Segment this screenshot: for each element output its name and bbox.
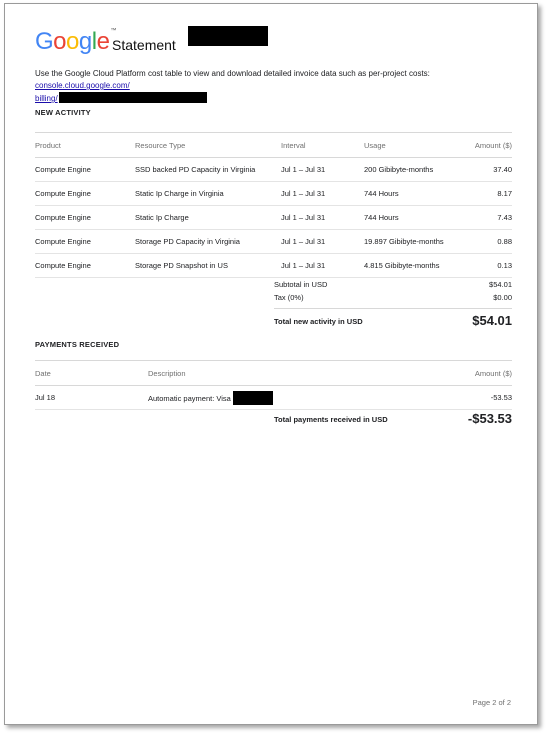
total-activity-value: $54.01	[472, 313, 512, 328]
table-cell: Static Ip Charge in Virginia	[135, 181, 281, 206]
redacted-block	[188, 26, 268, 46]
table-row: Jul 18 Automatic payment: Visa -53.53	[35, 385, 512, 410]
table-cell: Jul 1 – Jul 31	[281, 205, 364, 230]
column-header: Interval	[281, 132, 364, 158]
table-cell: 19.897 Gibibyte-months	[364, 229, 459, 254]
table-cell: SSD backed PD Capacity in Virginia	[135, 157, 281, 182]
tax-label: Tax (0%)	[274, 293, 304, 302]
table-cell: 7.43	[459, 205, 512, 230]
statement-page: Google™ Statement Use the Google Cloud P…	[4, 3, 538, 725]
table-cell: Storage PD Capacity in Virginia	[135, 229, 281, 254]
total-activity-label: Total new activity in USD	[274, 317, 363, 326]
google-logo: Google™	[35, 28, 116, 55]
table-cell: Compute Engine	[35, 157, 135, 182]
payments-table: Date Description Amount ($) Jul 18 Automati…	[35, 360, 512, 410]
tax-value: $0.00	[493, 293, 512, 302]
total-payments-label: Total payments received in USD	[274, 415, 388, 424]
column-header: Resource Type	[135, 132, 281, 158]
column-header: Product	[35, 132, 135, 158]
header: Google™ Statement	[35, 26, 511, 58]
table-cell: 744 Hours	[364, 181, 459, 206]
column-header: Amount ($)	[459, 132, 512, 158]
table-cell: Automatic payment: Visa	[148, 385, 408, 410]
table-cell: Static Ip Charge	[135, 205, 281, 230]
page-number: Page 2 of 2	[472, 698, 511, 707]
table-cell: Compute Engine	[35, 229, 135, 254]
table-cell: 37.40	[459, 157, 512, 182]
intro-text: Use the Google Cloud Platform cost table…	[35, 69, 430, 78]
table-row: Compute Engine Storage PD Capacity in Vir…	[35, 229, 512, 254]
table-cell: 744 Hours	[364, 205, 459, 230]
table-cell: Jul 1 – Jul 31	[281, 157, 364, 182]
column-header: Usage	[364, 132, 459, 158]
intro-paragraph: Use the Google Cloud Platform cost table…	[35, 68, 511, 105]
table-cell: Jul 1 – Jul 31	[281, 253, 364, 278]
subtotal-value: $54.01	[489, 280, 512, 289]
table-row: Compute Engine Storage PD Snapshot in US J…	[35, 253, 512, 278]
column-header: Description	[148, 360, 408, 386]
table-cell: 200 Gibibyte-months	[364, 157, 459, 182]
table-cell: 8.17	[459, 181, 512, 206]
table-row: Compute Engine SSD backed PD Capacity in …	[35, 157, 512, 182]
table-cell: Storage PD Snapshot in US	[135, 253, 281, 278]
table-cell: Jul 1 – Jul 31	[281, 181, 364, 206]
subtotal-label: Subtotal in USD	[274, 280, 328, 289]
column-header: Amount ($)	[408, 360, 512, 386]
page-title: Statement	[112, 37, 176, 53]
divider	[274, 308, 512, 309]
table-cell: Jul 18	[35, 385, 148, 410]
table-row: Compute Engine Static Ip Charge in Virgin…	[35, 181, 512, 206]
table-cell: Compute Engine	[35, 181, 135, 206]
table-cell: 0.88	[459, 229, 512, 254]
table-cell: Compute Engine	[35, 205, 135, 230]
new-activity-table: Product Resource Type Interval Usage Amount …	[35, 132, 512, 278]
table-cell: 4.815 Gibibyte-months	[364, 253, 459, 278]
payments-title: PAYMENTS RECEIVED	[35, 340, 120, 349]
column-header: Date	[35, 360, 148, 386]
redacted-block	[232, 390, 273, 405]
table-cell: Jul 1 – Jul 31	[281, 229, 364, 254]
new-activity-title: NEW ACTIVITY	[35, 108, 91, 117]
total-payments-value: -$53.53	[467, 411, 512, 426]
table-cell: Compute Engine	[35, 253, 135, 278]
redacted-block	[58, 92, 207, 103]
table-row: Compute Engine Static Ip Charge Jul 1 – Ju…	[35, 205, 512, 230]
table-cell: -53.53	[408, 385, 512, 410]
table-cell: 0.13	[459, 253, 512, 278]
